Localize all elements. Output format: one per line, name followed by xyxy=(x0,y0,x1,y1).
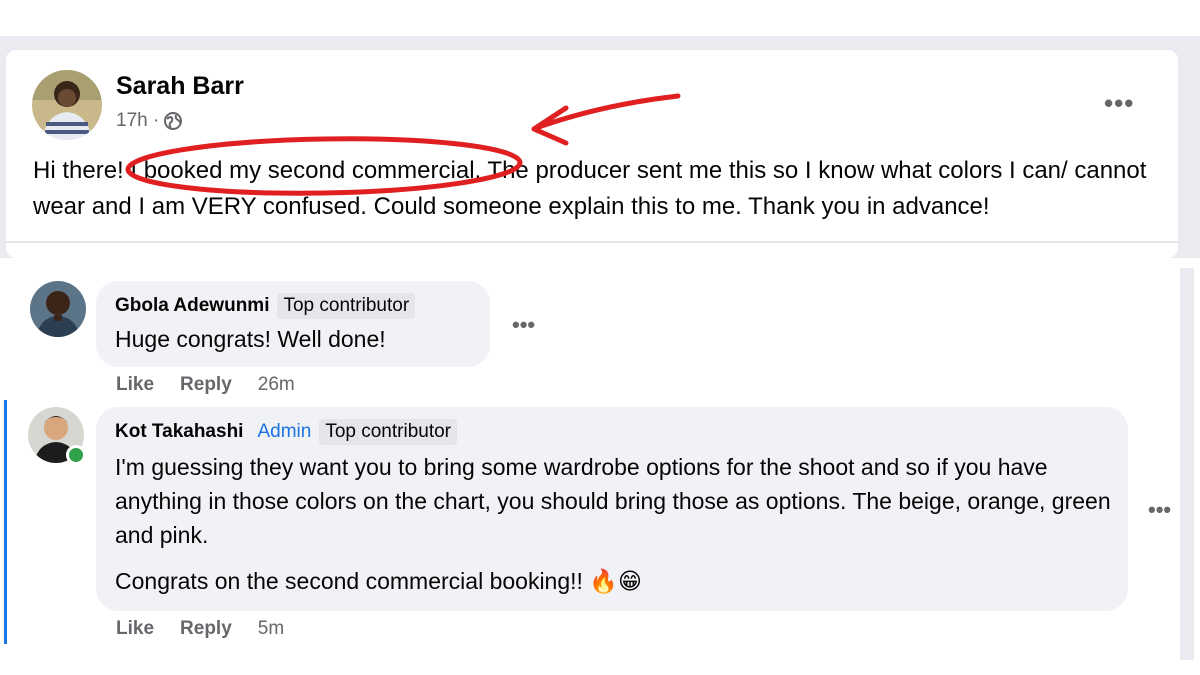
scrollbar-track[interactable] xyxy=(1180,268,1194,660)
online-status-indicator xyxy=(66,445,86,465)
comment-avatar[interactable] xyxy=(30,281,86,337)
post-text-highlight: I booked my second commercial. xyxy=(130,157,482,184)
top-contributor-badge: Top contributor xyxy=(277,293,416,319)
comment-bubble: Gbola Adewunmi Top contributor Huge congr… xyxy=(96,281,490,367)
like-button[interactable]: Like xyxy=(116,618,154,640)
comment-time[interactable]: 26m xyxy=(258,374,295,396)
comment-time[interactable]: 5m xyxy=(258,618,284,640)
comment-text: Huge congrats! Well done! xyxy=(115,326,386,352)
comment-text-2: Congrats on the second commercial bookin… xyxy=(115,568,642,594)
comment-text: I'm guessing they want you to bring some… xyxy=(115,454,1111,548)
post-text-before: Hi there! xyxy=(33,157,131,184)
comment-bubble: Kot Takahashi Admin Top contributor I'm gu… xyxy=(96,407,1128,611)
reply-button[interactable]: Reply xyxy=(180,618,232,640)
comment-more-options-icon[interactable]: ••• xyxy=(1148,497,1171,523)
comment-actions: Like Reply 26m xyxy=(116,374,295,396)
reply-thread-line xyxy=(4,400,7,644)
reply-button[interactable]: Reply xyxy=(180,374,232,396)
globe-icon xyxy=(164,112,183,130)
post-time[interactable]: 17h · xyxy=(116,110,159,132)
post-meta: 17h · xyxy=(116,110,183,132)
top-contributor-badge: Top contributor xyxy=(319,419,458,445)
comment-author[interactable]: Kot Takahashi xyxy=(115,421,243,442)
comment-actions: Like Reply 5m xyxy=(116,618,284,640)
post-divider xyxy=(6,241,1178,243)
comment-author[interactable]: Gbola Adewunmi xyxy=(115,295,269,316)
post-author-name[interactable]: Sarah Barr xyxy=(116,72,244,101)
comment-more-options-icon[interactable]: ••• xyxy=(512,312,535,338)
post-body: Hi there! I booked my second commercial.… xyxy=(33,153,1173,225)
post-author-avatar[interactable] xyxy=(32,70,102,140)
post-more-options-icon[interactable]: ••• xyxy=(1104,88,1134,119)
admin-badge: Admin xyxy=(257,421,312,442)
like-button[interactable]: Like xyxy=(116,374,154,396)
